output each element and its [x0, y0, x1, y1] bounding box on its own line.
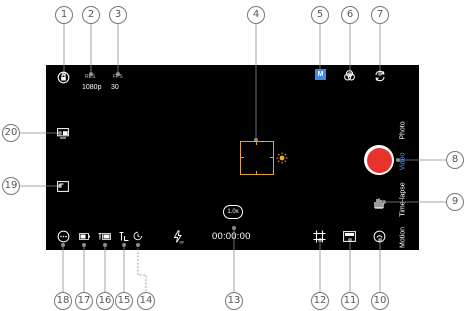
- callout-14: 14: [137, 292, 155, 310]
- exposure-sun-icon[interactable]: [276, 152, 288, 164]
- fps-value[interactable]: 30: [111, 84, 119, 91]
- callout-17: 17: [75, 292, 93, 310]
- picture-in-picture-icon[interactable]: [57, 128, 69, 139]
- zoom-level-button[interactable]: 1.0x: [223, 205, 243, 219]
- filter-icon[interactable]: [343, 69, 356, 82]
- phone-battery-icon: [79, 233, 90, 240]
- flash-off-icon[interactable]: OFF: [172, 230, 184, 244]
- svg-text:OFF: OFF: [180, 241, 185, 245]
- gesture-control-icon[interactable]: [372, 196, 385, 209]
- callout-10: 10: [371, 292, 389, 310]
- callout-2: 2: [82, 6, 100, 24]
- callout-12: 12: [311, 292, 329, 310]
- callout-11: 11: [341, 292, 359, 310]
- crop-grid-icon[interactable]: [313, 230, 326, 243]
- fps-caption: FPS: [113, 74, 123, 80]
- camera-viewfinder[interactable]: [46, 65, 419, 250]
- callout-4: 4: [247, 6, 265, 24]
- resolution-caption: RES: [85, 74, 96, 80]
- callout-9: 9: [446, 193, 464, 211]
- focus-box[interactable]: [240, 141, 274, 175]
- gimbal-mode-icon[interactable]: [119, 232, 129, 241]
- gallery-icon[interactable]: [343, 231, 356, 242]
- callout-6: 6: [341, 6, 359, 24]
- record-button[interactable]: [364, 145, 394, 175]
- more-options-icon[interactable]: [57, 230, 70, 243]
- mode-motion[interactable]: Motion: [400, 216, 407, 260]
- callout-8: 8: [446, 151, 464, 169]
- callout-5: 5: [311, 6, 329, 24]
- callout-19: 19: [2, 177, 20, 195]
- callout-1: 1: [55, 6, 73, 24]
- callout-7: 7: [371, 6, 389, 24]
- callout-16: 16: [96, 292, 114, 310]
- resolution-value[interactable]: 1080p: [82, 84, 101, 91]
- callout-3: 3: [109, 6, 127, 24]
- switch-camera-icon[interactable]: [373, 69, 387, 83]
- callout-20: 20: [2, 124, 20, 142]
- record-timer: 00:00:00: [212, 231, 251, 242]
- gimbal-battery-icon: [98, 233, 111, 240]
- callout-13: 13: [225, 292, 243, 310]
- callout-15: 15: [115, 292, 133, 310]
- aspect-ratio-icon[interactable]: [57, 181, 69, 192]
- beauty-face-icon[interactable]: [373, 230, 386, 243]
- callout-18: 18: [54, 292, 72, 310]
- mode-badge[interactable]: M: [315, 69, 326, 80]
- timer-icon[interactable]: [133, 231, 143, 241]
- camera-lock-icon[interactable]: [57, 71, 70, 84]
